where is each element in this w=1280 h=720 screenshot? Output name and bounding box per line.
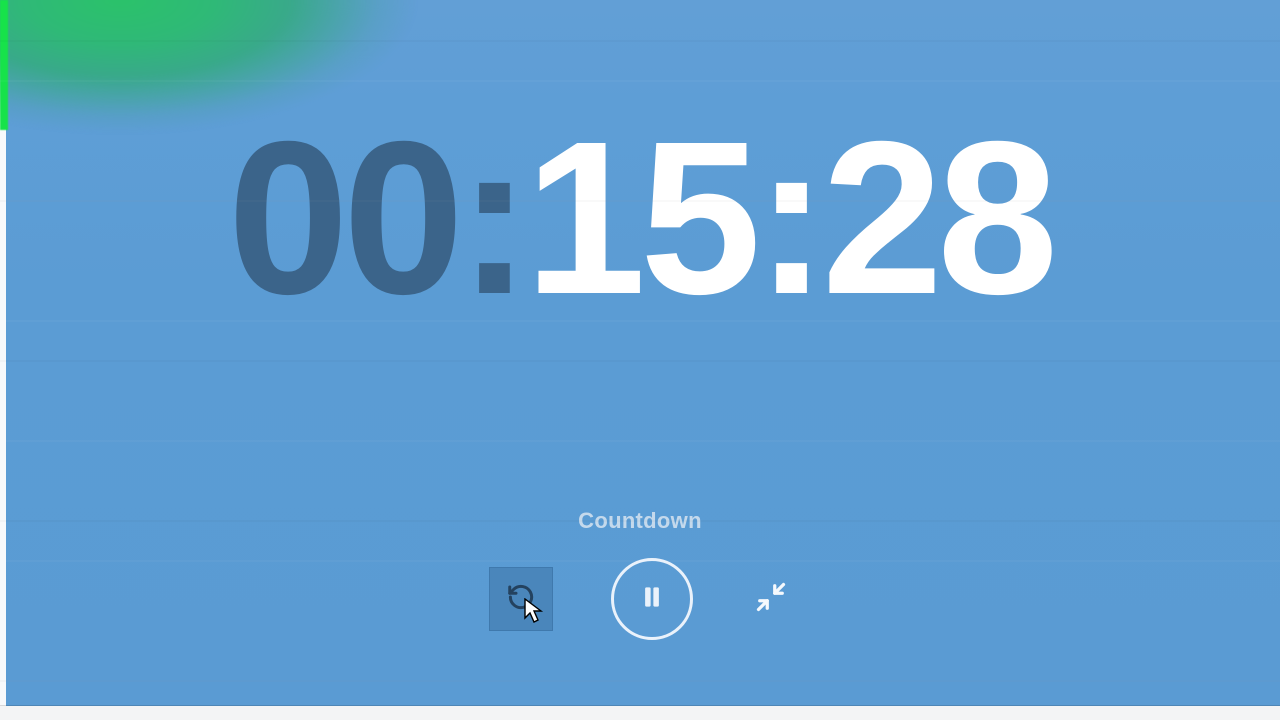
collapse-icon [756, 582, 786, 617]
exit-fullscreen-button[interactable] [751, 579, 791, 619]
reset-button[interactable] [489, 567, 553, 631]
time-minutes: 15 [525, 97, 755, 340]
timer-fullscreen: 00:15:28 Countdown [0, 0, 1280, 720]
time-sep1: : [458, 97, 525, 340]
pause-icon [641, 583, 663, 616]
time-seconds: 28 [822, 97, 1052, 340]
pause-button[interactable] [611, 558, 693, 640]
time-hours: 00 [228, 97, 458, 340]
timer-mode-label: Countdown [0, 508, 1280, 534]
reset-icon [506, 582, 536, 617]
countdown-time: 00:15:28 [0, 110, 1280, 328]
controls-row [0, 558, 1280, 640]
window-bottom-edge [0, 706, 1280, 720]
time-sep2: : [755, 97, 822, 340]
